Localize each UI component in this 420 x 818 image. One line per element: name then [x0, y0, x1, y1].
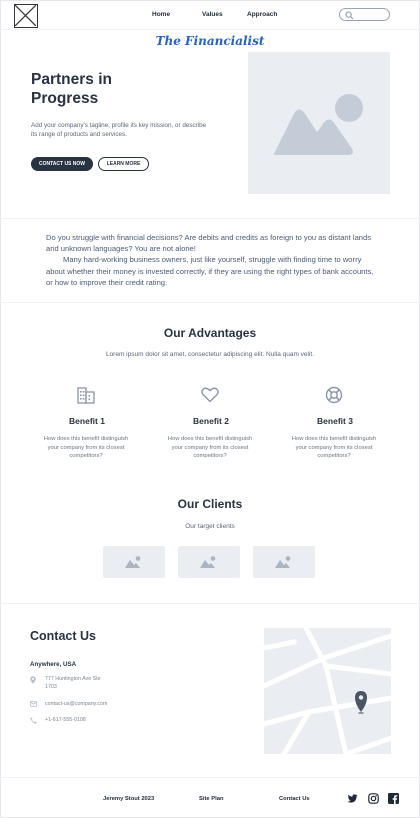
hero-title: Partners in Progress	[31, 71, 112, 107]
benefit-1-title: Benefit 1	[69, 416, 105, 426]
lifebuoy-icon	[325, 386, 343, 404]
contact-us-button[interactable]: CONTACT US NOW	[31, 157, 93, 171]
client-logo-2	[178, 546, 240, 578]
client-logo-1	[103, 546, 165, 578]
location-map[interactable]	[264, 628, 391, 754]
benefit-2-title: Benefit 2	[193, 416, 229, 426]
benefit-3-title: Benefit 3	[317, 416, 353, 426]
client-logo-3	[253, 546, 315, 578]
image-icon	[275, 556, 291, 568]
facebook-icon[interactable]	[388, 793, 399, 804]
clients-title: Our Clients	[177, 497, 243, 511]
search-icon	[345, 11, 354, 20]
contact-divider	[0, 777, 420, 778]
logo-icon	[14, 4, 37, 27]
brand-title: The Financialist	[155, 34, 265, 48]
location-pin-icon	[30, 676, 36, 684]
footer-author: Jeremy Stout 2023	[103, 796, 155, 802]
intro-divider	[0, 302, 420, 303]
image-icon	[274, 94, 363, 155]
nav-values[interactable]: Values	[202, 11, 223, 18]
clients-divider	[0, 603, 420, 604]
instagram-icon[interactable]	[368, 793, 379, 804]
footer-site-plan-link[interactable]: Site Plan	[199, 796, 223, 802]
benefit-1-text: How does this benefit distinguish your c…	[43, 436, 129, 459]
hero-tagline: Add your company's tagline, profile its …	[31, 122, 207, 138]
phone-text[interactable]: +1-617-555-0108	[45, 717, 165, 725]
footer-contact-link[interactable]: Contact Us	[279, 796, 310, 802]
advantages-title: Our Advantages	[163, 326, 257, 340]
image-icon	[200, 556, 216, 568]
intro-text: Do you struggle with financial decisions…	[46, 232, 376, 288]
benefit-2-text: How does this benefit distinguish your c…	[167, 436, 253, 459]
map-pin-icon	[355, 691, 367, 714]
header-divider	[0, 29, 420, 30]
advantages-subtitle: Lorem ipsum dolor sit amet, consectetur …	[105, 351, 315, 358]
logo-placeholder[interactable]	[14, 4, 38, 28]
learn-more-button[interactable]: LEARN MORE	[98, 157, 149, 171]
building-icon	[77, 387, 95, 404]
intro-paragraph-1: Do you struggle with financial decisions…	[46, 233, 372, 254]
benefit-3-text: How does this benefit distinguish your c…	[291, 436, 377, 459]
intro-paragraph-2: Many hard-working business owners, just …	[46, 255, 374, 287]
contact-city: Anywhere, USA	[30, 661, 77, 668]
address-text: 777 Huntington Ave Ste 1703	[45, 676, 101, 690]
nav-home[interactable]: Home	[152, 11, 170, 18]
image-icon	[125, 556, 141, 568]
hero-image-placeholder	[248, 52, 390, 194]
contact-title: Contact Us	[30, 629, 96, 643]
email-text[interactable]: contact-us@company.com	[45, 701, 165, 709]
heart-icon	[201, 387, 219, 403]
twitter-icon[interactable]	[347, 793, 358, 804]
hero-divider	[0, 218, 420, 219]
search-input[interactable]	[339, 8, 390, 21]
email-icon	[30, 701, 37, 707]
clients-subtitle: Our target clients	[185, 523, 235, 530]
map-icon	[264, 628, 391, 754]
phone-icon	[30, 717, 37, 724]
nav-approach[interactable]: Approach	[247, 11, 277, 18]
